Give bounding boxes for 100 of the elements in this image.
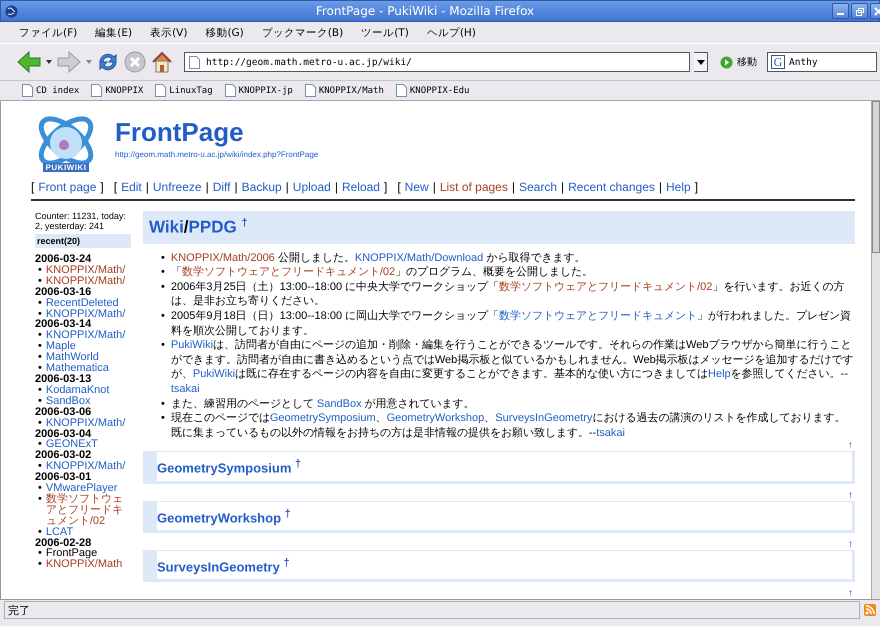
recent-page-link[interactable]: RecentDeleted (46, 298, 119, 309)
minimize-button[interactable] (832, 3, 849, 19)
recent-page-link[interactable]: Mathematica (46, 363, 109, 374)
nav-link[interactable]: Reload (342, 180, 380, 194)
bookmark-item[interactable]: CD index (20, 83, 82, 98)
bookmark-item[interactable]: KNOPPIX-jp (222, 83, 295, 98)
nav-link[interactable]: Help (666, 180, 691, 194)
inline-link[interactable]: PukiWiki (170, 339, 214, 352)
recent-page-link[interactable]: GEONExT (46, 439, 98, 450)
recent-page-link[interactable]: KNOPPIX/Math/ (46, 308, 126, 320)
menu-item[interactable]: 移動(G) (205, 26, 244, 39)
recent-page-link[interactable]: KodamaKnot (46, 384, 110, 396)
inline-link[interactable]: 数学ソフトウェアとフリードキュメント/02 (499, 280, 712, 293)
date-label: 2006-03-01 (35, 472, 92, 484)
bracket: ] (100, 180, 104, 194)
nav-link[interactable]: New (404, 180, 429, 194)
anchor-link[interactable]: † (241, 217, 248, 229)
bullet: • (38, 461, 42, 472)
inline-link[interactable]: Help (708, 368, 731, 380)
nav-link[interactable]: List of pages (440, 180, 508, 194)
bullet: • (38, 308, 42, 320)
anchor-link[interactable]: † (283, 557, 290, 570)
bookmark-item[interactable]: KNOPPIX/Math (302, 83, 386, 98)
recent-page-link[interactable]: KNOPPIX/Math/ (46, 418, 126, 428)
heading-separator: / (184, 218, 189, 237)
address-dropdown-button[interactable] (694, 52, 708, 72)
recent-page-link[interactable]: SandBox (46, 396, 91, 407)
scrollbar[interactable] (871, 101, 880, 599)
bookmark-item[interactable]: KNOPPIX (89, 83, 146, 98)
page-title-link[interactable]: FrontPage (115, 117, 244, 148)
back-to-top-link[interactable]: ↑ (848, 490, 853, 501)
nav-link[interactable]: Upload (292, 180, 331, 194)
separator: | (334, 180, 338, 194)
nav-link[interactable]: Edit (121, 180, 142, 194)
recent-page-link[interactable]: Maple (46, 341, 76, 352)
nav-link[interactable]: Front page (38, 180, 96, 194)
window-title: FrontPage - PukiWiki - Mozilla Firefox (314, 4, 536, 18)
inline-link[interactable]: KNOPPIX/Math/2006 (170, 252, 275, 264)
page-url-link[interactable]: http://geom.math.metro-u.ac.jp/wiki/index.php?FrontPage (115, 150, 318, 159)
inline-link[interactable]: GeometrySymposium (270, 412, 376, 424)
heading-link[interactable]: SurveysInGeometry (157, 559, 280, 574)
menu-item[interactable]: 表示(V) (150, 26, 188, 39)
minimize-icon (837, 12, 844, 14)
recent-page-link[interactable]: MathWorld (46, 352, 99, 364)
anchor-link[interactable]: † (295, 458, 302, 470)
nav-link[interactable]: Recent changes (568, 180, 655, 194)
inline-link[interactable]: tsakai (596, 426, 625, 439)
inline-link[interactable]: tsakai (170, 383, 200, 395)
restore-icon (855, 6, 864, 16)
recent-page-link[interactable]: KNOPPIX/Math/ (46, 461, 126, 472)
recent-page-link[interactable]: KNOPPIX/Math/ (46, 276, 126, 287)
recent-page-link[interactable]: KNOPPIX/Math (46, 559, 122, 570)
bookmark-item[interactable]: LinuxTag (153, 83, 215, 98)
nav-link[interactable]: Search (518, 180, 558, 194)
inline-link[interactable]: KNOPPIX/Math/Download (354, 252, 484, 264)
heading-link[interactable]: PPDG (188, 218, 237, 237)
anchor-link[interactable]: † (284, 508, 291, 520)
nav-link[interactable]: Diff (212, 180, 231, 194)
menu-item[interactable]: 編集(E) (95, 26, 132, 39)
search-field[interactable]: G Anthy (767, 52, 877, 72)
inline-link[interactable]: SandBox (316, 398, 362, 410)
dropdown-caret-icon[interactable] (46, 60, 52, 64)
recent-page-link[interactable]: FrontPage (46, 548, 98, 560)
inline-link[interactable]: 数学ソフトウェアとフリードキュメント/02 (182, 266, 396, 278)
heading-link[interactable]: Wiki (149, 218, 184, 237)
nav-link[interactable]: Backup (242, 180, 282, 194)
restore-button[interactable] (851, 3, 868, 19)
date-label: 2006-03-16 (35, 286, 92, 298)
recent-page-link[interactable]: 数学ソフトウェアとフリードキュメント/02 (46, 494, 131, 527)
bookmark-item[interactable]: KNOPPIX-Edu (394, 83, 472, 98)
heading-link[interactable]: GeometryWorkshop (157, 510, 282, 526)
bullet: • (38, 341, 42, 352)
back-to-top-link[interactable]: ↑ (848, 440, 853, 452)
back-to-top-link[interactable]: ↑ (848, 588, 853, 599)
menu-item[interactable]: ヘルプ(H) (426, 26, 476, 39)
menu-item[interactable]: ファイル(F) (19, 26, 78, 39)
recent-page-link[interactable]: VMwarePlayer (46, 483, 118, 494)
back-to-top-link[interactable]: ↑ (848, 539, 853, 550)
stop-icon[interactable] (124, 51, 146, 73)
recent-page-link[interactable]: KNOPPIX/Math/ (46, 264, 126, 276)
menu-item[interactable]: ブックマーク(B) (262, 26, 344, 39)
page-icon (155, 84, 166, 97)
inline-link[interactable]: GeometryWorkshop (386, 412, 484, 424)
bracket: [ (114, 180, 118, 194)
heading-link[interactable]: GeometrySymposium (157, 460, 292, 476)
caret-icon (696, 60, 704, 64)
menu-item[interactable]: ツール(T) (361, 26, 409, 39)
date-label: 2006-03-04 (35, 428, 92, 440)
go-button[interactable]: 移動 (718, 53, 759, 71)
home-icon[interactable] (150, 50, 174, 74)
inline-link[interactable]: SurveysInGeometry (495, 412, 592, 424)
address-field[interactable]: http://geom.math.metro-u.ac.jp/wiki/ (184, 52, 690, 72)
recent-page-link[interactable]: LCAT (46, 526, 74, 538)
inline-link[interactable]: PukiWiki (192, 368, 236, 380)
inline-link[interactable]: 数学ソフトウェアとフリードキュメント (499, 310, 698, 322)
nav-link[interactable]: Unfreeze (152, 180, 202, 194)
back-arrow-icon[interactable] (16, 50, 42, 74)
recent-page-link[interactable]: KNOPPIX/Math/ (46, 330, 126, 342)
search-engine-icon[interactable]: G (771, 55, 785, 69)
date-label: 2006-03-13 (35, 374, 92, 385)
